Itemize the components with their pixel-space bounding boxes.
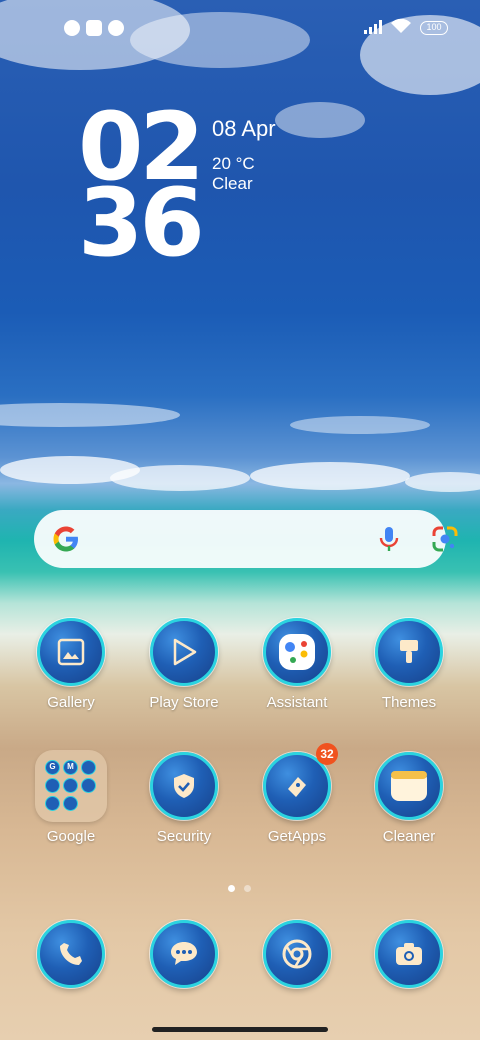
- app-security[interactable]: Security: [129, 752, 239, 845]
- gallery-icon: [37, 618, 105, 686]
- weather-condition: Clear: [212, 174, 253, 193]
- messages-icon: [150, 920, 218, 988]
- folder-mini-maps-icon: [81, 760, 96, 775]
- themes-brush-icon: [375, 618, 443, 686]
- folder-mini-drive-icon: [63, 778, 78, 793]
- dock-camera[interactable]: [354, 920, 464, 988]
- dock-messages[interactable]: [129, 920, 239, 988]
- clock-widget[interactable]: 02 36: [78, 101, 205, 278]
- dock-phone[interactable]: [16, 920, 126, 988]
- google-search-bar[interactable]: [34, 510, 458, 568]
- app-cleaner[interactable]: Cleaner: [354, 752, 464, 845]
- status-bar: 100: [0, 0, 480, 56]
- cleaner-icon: [375, 752, 443, 820]
- google-folder-icon: G M: [35, 750, 107, 822]
- assistant-icon: [263, 618, 331, 686]
- app-label: GetApps: [267, 828, 327, 845]
- battery-level: 100: [426, 22, 442, 32]
- date-text: 08 Apr: [212, 116, 276, 141]
- security-shield-icon: [150, 752, 218, 820]
- folder-mini-meet-icon: [45, 796, 60, 811]
- google-g-icon: [53, 526, 78, 552]
- app-label: Cleaner: [382, 828, 436, 845]
- signal-icon: [364, 20, 382, 34]
- app-notification-icon: [64, 20, 80, 36]
- app-label: Gallery: [47, 694, 95, 711]
- page-dot[interactable]: [244, 885, 251, 892]
- play-store-icon: [150, 618, 218, 686]
- folder-mini-gmail-icon: M: [63, 760, 78, 775]
- google-lens-icon[interactable]: [430, 524, 460, 554]
- app-google-folder[interactable]: G M Google: [16, 750, 126, 845]
- page-dot-active: [228, 885, 235, 892]
- clock-minutes: 36: [78, 169, 205, 278]
- dock-chrome[interactable]: [242, 920, 352, 988]
- app-gallery[interactable]: Gallery: [16, 618, 126, 711]
- folder-mini-google-icon: G: [45, 760, 60, 775]
- temperature-text: 20 °C: [212, 154, 255, 173]
- app-label: Security: [156, 828, 212, 845]
- app-label: Google: [46, 828, 96, 845]
- app-label: Assistant: [266, 694, 328, 711]
- weather-widget[interactable]: 08 Apr 20 °C Clear: [212, 116, 276, 194]
- page-indicator: [228, 879, 260, 897]
- battery-icon: 100: [420, 21, 448, 35]
- wifi-icon: [391, 18, 411, 33]
- app-label: Themes: [381, 694, 437, 711]
- phone-icon: [37, 920, 105, 988]
- app-notification-icon-2: [108, 20, 124, 36]
- app-play-store[interactable]: Play Store: [129, 618, 239, 711]
- notification-badge: 32: [316, 743, 338, 765]
- camera-icon: [375, 920, 443, 988]
- app-label: Play Store: [149, 694, 219, 711]
- folder-mini-translate-icon: [81, 778, 96, 793]
- folder-mini-youtube-icon: [45, 778, 60, 793]
- chrome-icon: [263, 920, 331, 988]
- folder-mini-photos-icon: [63, 796, 78, 811]
- wallpaper-clouds: [0, 0, 480, 492]
- square-notification-icon: [86, 20, 102, 36]
- app-getapps[interactable]: GetApps: [242, 752, 352, 845]
- app-themes[interactable]: Themes: [354, 618, 464, 711]
- gesture-navigation-bar[interactable]: [152, 1027, 328, 1032]
- app-assistant[interactable]: Assistant: [242, 618, 352, 711]
- microphone-icon[interactable]: [374, 524, 404, 554]
